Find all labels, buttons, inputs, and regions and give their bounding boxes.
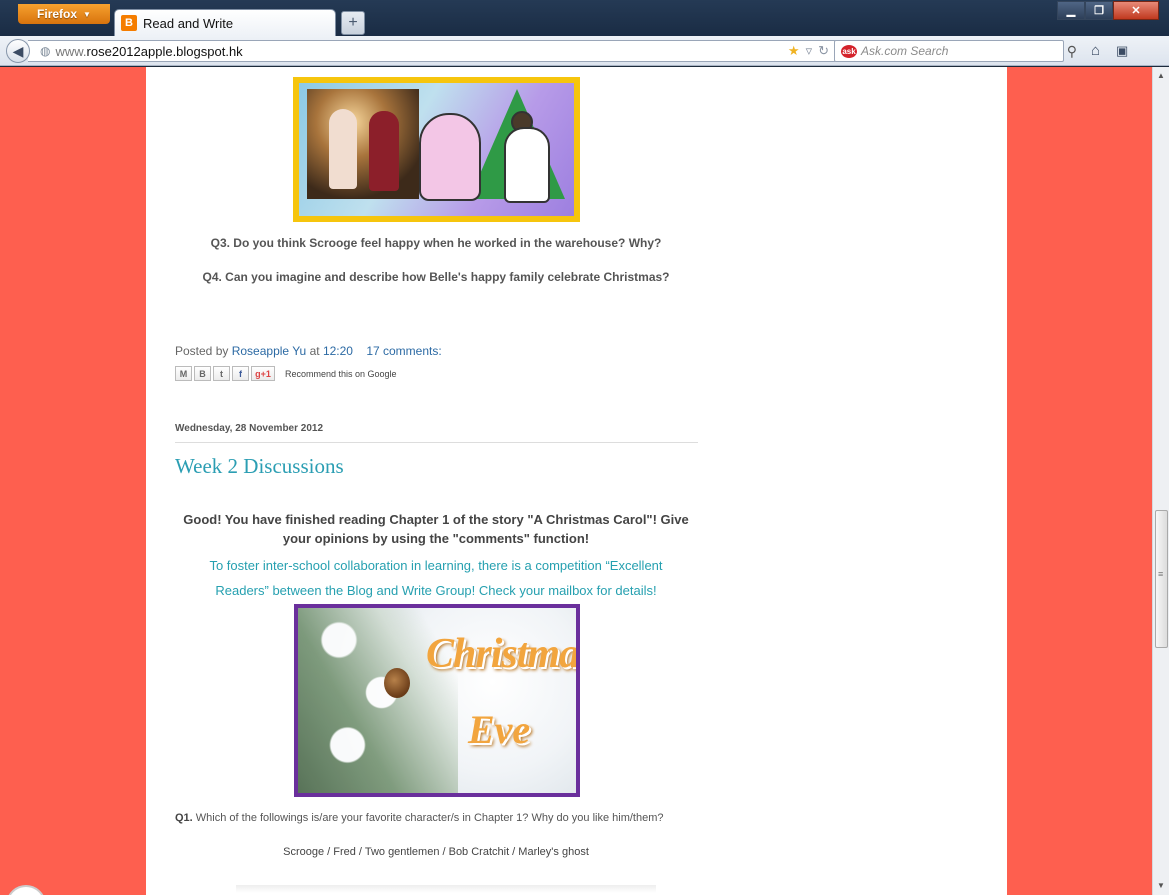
url-bar-actions: ★ ▿ ↻ — [788, 43, 829, 59]
url-text: www.rose2012apple.blogspot.hk — [55, 44, 242, 59]
bookmark-star-icon[interactable]: ★ — [788, 43, 800, 59]
question-q3: Q3. Do you think Scrooge feel happy when… — [210, 236, 662, 250]
post-intro-bold: Good! You have finished reading Chapter … — [146, 510, 726, 548]
search-placeholder: Ask.com Search — [861, 44, 949, 58]
window-controls: ▁ ❐ ✕ — [1057, 1, 1159, 20]
children-photo — [307, 89, 419, 199]
bookmarks-icon[interactable]: ▣ — [1116, 43, 1128, 59]
christmas-scene-image — [293, 77, 580, 222]
new-tab-button[interactable]: + — [341, 11, 365, 35]
ask-icon[interactable]: ask — [841, 44, 857, 58]
intro-bold-line-1: Good! You have finished reading Chapter … — [183, 512, 689, 527]
twitter-share-button[interactable]: t — [213, 366, 230, 381]
at-label: at — [309, 344, 320, 358]
restore-button[interactable]: ❐ — [1085, 1, 1113, 20]
post-footer: Posted by Roseapple Yu at 12:20 17 comme… — [175, 344, 442, 358]
question-q4: Q4. Can you imagine and describe how Bel… — [202, 270, 670, 284]
minimize-button[interactable]: ▁ — [1057, 1, 1085, 20]
vertical-scrollbar[interactable]: ▲ ≡ ▼ — [1152, 67, 1169, 895]
post-title[interactable]: Week 2 Discussions — [175, 454, 344, 479]
posted-by-label: Posted by — [175, 344, 229, 358]
blogger-favicon-icon: B — [121, 15, 137, 31]
page-viewport: Q3. Do you think Scrooge feel happy when… — [0, 67, 1152, 895]
post-time-link[interactable]: 12:20 — [323, 344, 353, 358]
child-figure — [369, 111, 399, 191]
close-button[interactable]: ✕ — [1113, 1, 1159, 20]
feedback-widget[interactable] — [6, 885, 46, 895]
url-prefix: www. — [55, 43, 87, 59]
back-arrow-icon: ◀ — [12, 42, 24, 59]
google-plus-one-button[interactable]: g+1 — [251, 366, 275, 381]
firefox-menu-label: Firefox — [37, 7, 78, 21]
search-bar[interactable]: ask Ask.com Search ⚲ — [834, 40, 1077, 62]
author-link[interactable]: Roseapple Yu — [232, 344, 307, 358]
intro-teal-line-2: Readers” between the Blog and Write Grou… — [215, 583, 657, 598]
blog-this-button[interactable]: B — [194, 366, 211, 381]
recommend-label: Recommend this on Google — [285, 368, 397, 379]
email-share-button[interactable]: M — [175, 366, 192, 381]
facebook-share-button[interactable]: f — [232, 366, 249, 381]
q1-label: Q1. — [175, 812, 193, 824]
firefox-menu-button[interactable]: Firefox ▼ — [18, 4, 110, 24]
share-buttons: M B t f g+1 Recommend this on Google — [175, 366, 397, 381]
back-button[interactable]: ◀ — [6, 39, 30, 63]
date-header: Wednesday, 28 November 2012 — [175, 423, 698, 443]
woman-drawing — [419, 113, 481, 201]
christmas-eve-illustration: Christmas Eve — [298, 608, 576, 793]
next-line-partial — [236, 885, 656, 893]
intro-teal-line-1: To foster inter-school collaboration in … — [209, 558, 663, 573]
navigation-bar: ◍ www.rose2012apple.blogspot.hk ★ ▿ ↻ ◀ … — [0, 36, 1169, 66]
image-word-christmas: Christmas — [426, 631, 580, 677]
boy-drawing — [504, 127, 550, 203]
tab-read-and-write[interactable]: B Read and Write — [114, 9, 336, 36]
pinecone — [384, 668, 410, 698]
image-word-eve: Eve — [468, 707, 531, 752]
scroll-up-arrow-icon[interactable]: ▲ — [1157, 71, 1165, 80]
scrollbar-thumb[interactable]: ≡ — [1155, 510, 1168, 648]
child-figure — [329, 109, 357, 189]
reload-icon[interactable]: ↻ — [818, 43, 829, 59]
grip-icon: ≡ — [1158, 569, 1164, 579]
intro-bold-line-2: your opinions by using the "comments" fu… — [282, 531, 590, 546]
blog-content-column: Q3. Do you think Scrooge feel happy when… — [6, 67, 1007, 895]
dropmarker-icon[interactable]: ▿ — [806, 43, 813, 59]
christmas-scene-illustration — [299, 83, 574, 216]
q1-text: Which of the followings is/are your favo… — [195, 812, 664, 824]
comments-link[interactable]: 17 comments: — [366, 344, 441, 358]
christmas-eve-image: Christmas Eve — [294, 604, 580, 797]
post-intro-competition: To foster inter-school collaboration in … — [146, 553, 726, 603]
url-bar[interactable]: ◍ www.rose2012apple.blogspot.hk ★ ▿ ↻ — [28, 40, 836, 62]
window-titlebar: Firefox ▼ B Read and Write + ▁ ❐ ✕ — [0, 0, 1169, 36]
url-host: rose2012apple.blogspot.hk — [86, 43, 243, 59]
chevron-down-icon: ▼ — [83, 9, 91, 19]
question-q1: Q1. Which of the followings is/are your … — [175, 812, 664, 824]
globe-icon: ◍ — [40, 44, 51, 58]
character-choices: Scrooge / Fred / Two gentlemen / Bob Cra… — [283, 846, 589, 858]
scroll-down-arrow-icon[interactable]: ▼ — [1157, 881, 1165, 890]
search-icon[interactable]: ⚲ — [1067, 43, 1077, 60]
tab-title: Read and Write — [143, 15, 234, 31]
home-icon[interactable]: ⌂ — [1091, 42, 1100, 59]
